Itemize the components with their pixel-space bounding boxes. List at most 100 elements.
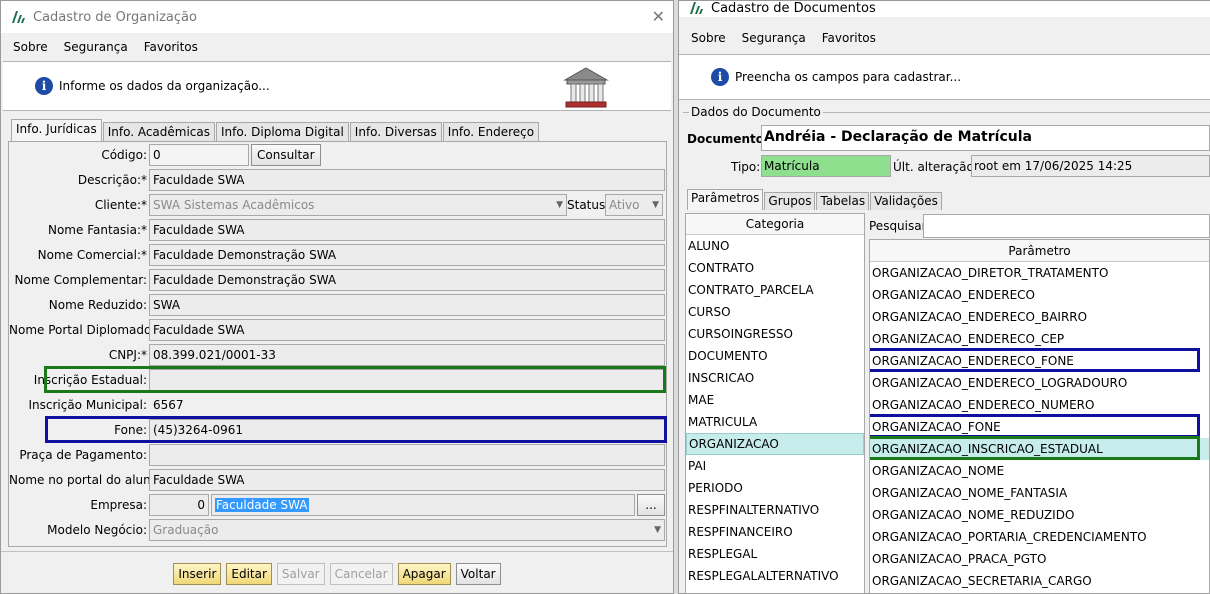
modelo-negocio-label: Modelo Negócio: [47, 523, 147, 537]
cnpj-field[interactable]: 08.399.021/0001-33 [149, 344, 665, 366]
empresa-code-field[interactable]: 0 [149, 494, 209, 516]
empresa-lookup-button[interactable]: ... [637, 494, 665, 516]
parametro-item[interactable]: ORGANIZACAO_ENDERECO_BAIRRO [870, 306, 1209, 328]
cnpj-label: CNPJ:* [108, 348, 147, 362]
categoria-item[interactable]: PAI [686, 455, 864, 477]
parametro-item[interactable]: ORGANIZACAO_PORTARIA_CREDENCIAMENTO [870, 526, 1209, 548]
empresa-name-field[interactable]: Faculdade SWA [211, 494, 635, 516]
categoria-item[interactable]: MATRICULA [686, 411, 864, 433]
tab-info-diversas[interactable]: Info. Diversas [349, 122, 442, 141]
parametro-item[interactable]: ORGANIZACAO_ENDERECO_CEP [870, 328, 1209, 350]
categoria-item[interactable]: RESPFINANCEIRO [686, 521, 864, 543]
tab-tabelas[interactable]: Tabelas [816, 192, 870, 210]
app-logo-icon [689, 1, 703, 15]
status-select[interactable]: Ativo ▼ [605, 194, 663, 216]
status-label: Status: [567, 198, 610, 212]
parametro-item[interactable]: ORGANIZACAO_ENDERECO_NUMERO [870, 394, 1209, 416]
chevron-down-icon: ▼ [654, 525, 661, 535]
inscricao-municipal-field[interactable]: 6567 [149, 394, 665, 416]
nome-fantasia-field[interactable]: Faculdade SWA [149, 219, 665, 241]
descricao-label: Descrição:* [77, 173, 147, 187]
categoria-item[interactable]: RESPLEGAL [686, 543, 864, 565]
parametro-item[interactable]: ORGANIZACAO_DIRETOR_TRATAMENTO [870, 262, 1209, 284]
salvar-button[interactable]: Salvar [276, 562, 325, 585]
close-icon[interactable]: ✕ [652, 7, 665, 26]
nome-portal-aluno-field[interactable]: Faculdade SWA [149, 469, 665, 491]
categoria-item[interactable]: ALUNO [686, 235, 864, 257]
documento-field[interactable]: Andréia - Declaração de Matrícula [761, 125, 1210, 151]
title-bar: Cadastro de Documentos [679, 1, 1210, 17]
categoria-item[interactable]: RESPLEGALALTERNATIVO [686, 565, 864, 587]
menu-bar: Sobre Segurança Favoritos [1, 33, 673, 61]
categoria-item[interactable]: CURSOINGRESSO [686, 323, 864, 345]
tab-parametros[interactable]: Parâmetros [687, 189, 764, 210]
inserir-button[interactable]: Inserir [173, 562, 222, 585]
codigo-field[interactable]: 0 [149, 144, 249, 166]
categoria-header: Categoria [686, 214, 864, 235]
info-text: Informe os dados da organização... [59, 79, 270, 93]
cliente-select[interactable]: SWA Sistemas Acadêmicos ▼ [149, 194, 567, 216]
parametro-item[interactable]: ORGANIZACAO_PRACA_PGTO [870, 548, 1209, 570]
voltar-button[interactable]: Voltar [455, 562, 501, 585]
menu-seguranca[interactable]: Segurança [742, 31, 806, 45]
empresa-label: Empresa: [90, 498, 147, 512]
categoria-item[interactable]: MAE [686, 389, 864, 411]
inscricao-estadual-param-highlight [870, 436, 1200, 460]
tipo-field[interactable]: Matrícula [761, 155, 891, 177]
parametro-item[interactable]: ORGANIZACAO_SECRETARIA_CARGO [870, 570, 1209, 592]
info-icon: i [711, 68, 729, 86]
tab-info-diploma-digital[interactable]: Info. Diploma Digital [216, 122, 349, 141]
parametro-item[interactable]: ORGANIZACAO_NOME [870, 460, 1209, 482]
categoria-item[interactable]: DOCUMENTO [686, 345, 864, 367]
categoria-item[interactable]: CURSO [686, 301, 864, 323]
apagar-button[interactable]: Apagar [397, 562, 451, 585]
parametro-item[interactable]: ORGANIZACAO_NOME_REDUZIDO [870, 504, 1209, 526]
tab-info-juridicas[interactable]: Info. Jurídicas [11, 119, 102, 141]
status-value: Ativo [609, 198, 640, 212]
dados-documento-title: Dados do Documento [689, 105, 823, 119]
praca-pagamento-label: Praça de Pagamento: [19, 448, 147, 462]
inscricao-municipal-label: Inscrição Municipal: [28, 398, 147, 412]
ult-alteracao-label: Últ. alteração: [893, 160, 978, 174]
editar-button[interactable]: Editar [226, 562, 272, 585]
info-icon: i [35, 77, 53, 95]
cancelar-button[interactable]: Cancelar [329, 562, 393, 585]
tab-grupos[interactable]: Grupos [764, 192, 816, 210]
menu-sobre[interactable]: Sobre [13, 40, 48, 54]
tab-info-academicas[interactable]: Info. Acadêmicas [102, 122, 216, 141]
ult-alteracao-field: root em 17/06/2025 14:25 [971, 155, 1210, 177]
pesquisar-label: Pesquisar: [869, 219, 931, 233]
praca-pagamento-field[interactable] [149, 444, 665, 466]
menu-seguranca[interactable]: Segurança [64, 40, 128, 54]
org-tabs: Info. Jurídicas Info. Acadêmicas Info. D… [1, 119, 673, 141]
tab-validacoes[interactable]: Validações [870, 192, 942, 210]
nome-comercial-label: Nome Comercial:* [37, 248, 147, 262]
tab-info-endereco[interactable]: Info. Endereço [442, 122, 540, 141]
bank-building-icon [563, 66, 609, 113]
parametro-item[interactable]: ORGANIZACAO_ENDERECO_LOGRADOURO [870, 372, 1209, 394]
categoria-item[interactable]: CONTRATO_PARCELA [686, 279, 864, 301]
info-bar: i Preencha os campos para cadastrar... [679, 54, 1210, 100]
documentos-window: Cadastro de Documentos Sobre Segurança F… [678, 0, 1210, 594]
parametro-item[interactable]: ORGANIZACAO_NOME_FANTASIA [870, 482, 1209, 504]
categoria-item[interactable]: PERIODO [686, 477, 864, 499]
menu-sobre[interactable]: Sobre [691, 31, 726, 45]
nome-portal-diplomados-field[interactable]: Faculdade SWA [149, 319, 665, 341]
menu-favoritos[interactable]: Favoritos [822, 31, 876, 45]
menu-favoritos[interactable]: Favoritos [144, 40, 198, 54]
consultar-button[interactable]: Consultar [251, 144, 321, 166]
nome-comercial-field[interactable]: Faculdade Demonstração SWA [149, 244, 665, 266]
pesquisar-input[interactable] [923, 214, 1210, 238]
categoria-item[interactable]: CONTRATO [686, 257, 864, 279]
descricao-field[interactable]: Faculdade SWA [149, 169, 665, 191]
modelo-negocio-select[interactable]: Graduação ▼ [149, 519, 665, 541]
categoria-item[interactable]: RESPFINALTERNATIVO [686, 499, 864, 521]
categoria-item[interactable]: ORGANIZACAO [686, 433, 864, 455]
categoria-item[interactable]: INSCRICAO [686, 367, 864, 389]
parametro-item[interactable]: ORGANIZACAO_ENDERECO [870, 284, 1209, 306]
parametro-header: Parâmetro [870, 240, 1209, 262]
action-bar: Inserir Editar Salvar Cancelar Apagar Vo… [1, 551, 673, 593]
organizacao-window: Cadastro de Organização ✕ Sobre Seguranç… [0, 0, 674, 594]
nome-reduzido-field[interactable]: SWA [149, 294, 665, 316]
nome-complementar-field[interactable]: Faculdade Demonstração SWA [149, 269, 665, 291]
